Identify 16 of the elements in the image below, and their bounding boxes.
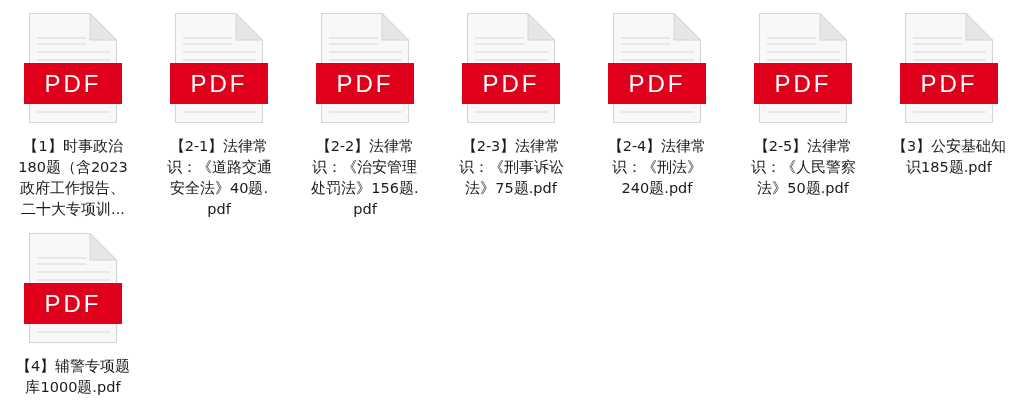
file-name[interactable]: 【2-5】法律常 识：《人民警察 法》50题.pdf [750,136,856,199]
file-type-label: PDF [628,70,686,97]
file-type-label: PDF [774,70,832,97]
file-name[interactable]: 【2-3】法律常 识：《刑事诉讼 法》75题.pdf [458,136,564,199]
file-name[interactable]: 【1】时事政治 180题（含2023 政府工作报告、 二十大专项训... [18,136,128,220]
file-name[interactable]: 【2-1】法律常 识：《道路交通 安全法》40题. pdf [166,136,272,220]
file-type-label: PDF [920,70,978,97]
file-type-label: PDF [482,70,540,97]
file-type-label: PDF [190,70,248,97]
file-name[interactable]: 【2-2】法律常 识：《治安管理 处罚法》156题. pdf [311,136,419,220]
file-type-label: PDF [336,70,394,97]
file-name[interactable]: 【3】公安基础知 识185题.pdf [891,136,1007,178]
file-type-label: PDF [44,70,102,97]
file-type-label: PDF [44,290,102,317]
file-name[interactable]: 【2-4】法律常 识：《刑法》 240题.pdf [607,136,707,199]
file-name[interactable]: 【4】辅警专项题 库1000题.pdf [15,356,131,398]
